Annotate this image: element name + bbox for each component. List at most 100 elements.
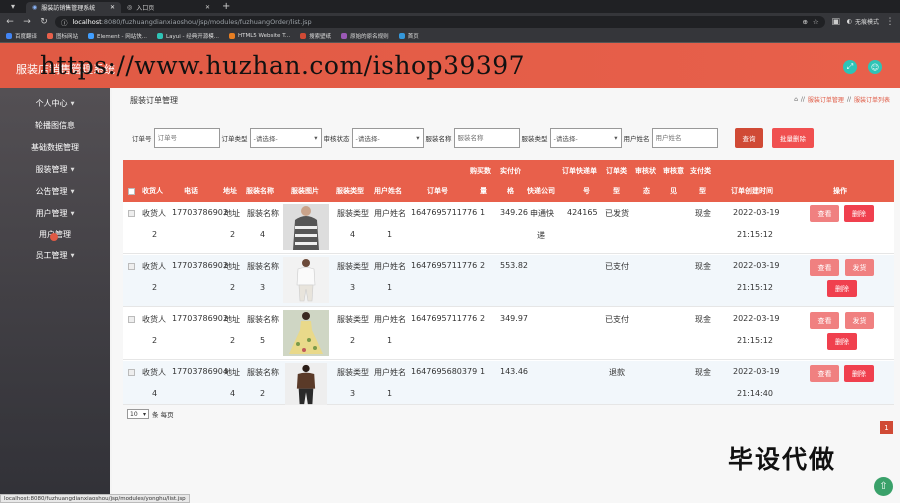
sidebar-item-carousel[interactable]: 轮播图信息 (0, 120, 110, 131)
batch-delete-button[interactable]: 批量删除 (772, 128, 814, 148)
sidebar-item-notice[interactable]: 公告管理 ▼ (0, 186, 110, 197)
extension-icon[interactable]: ▣ (830, 17, 842, 27)
breadcrumb: ⌂ // 服装订单管理 // 服装订单列表 (794, 95, 890, 104)
zoom-icon[interactable]: ⊕ (802, 18, 807, 26)
window-menu-icon[interactable]: ▾ (0, 0, 26, 13)
view-button[interactable]: 查看 (810, 205, 839, 222)
browser-tab-strip: ▾ ◉ 服装訪销售管理系统 ✕ ◎ 入口页 ✕ + (0, 0, 900, 13)
delete-button[interactable]: 删除 (827, 333, 857, 350)
forward-icon[interactable]: → (21, 17, 33, 27)
table-row: 收货人 2 17703786902 地址 2 服装名称 5 服装类型 2 用户姓… (123, 308, 894, 360)
view-button[interactable]: 查看 (810, 365, 839, 382)
cloth-type-select[interactable]: -请选择- ▾ (549, 128, 622, 148)
orders-table: 收货人 电话 地址 服装名称 服装图片 服装类型 用户姓名 订单号 购买数 量 … (123, 160, 894, 405)
address-bar[interactable]: ⓘ localhost:8080/fuzhuangdianxiaoshou/js… (55, 15, 825, 28)
overlay-text: 毕设代做 (728, 445, 837, 474)
delete-button[interactable]: 删除 (844, 365, 874, 382)
sidebar-item-profile[interactable]: 个人中心 ▼ (0, 98, 110, 109)
page-size-select[interactable]: 10 ▾ (127, 409, 149, 419)
ship-button[interactable]: 发货 (845, 312, 874, 329)
globe-icon: ◎ (127, 4, 133, 11)
chevron-down-icon: ▾ (614, 134, 618, 142)
cloth-image (285, 363, 327, 405)
cloth-type-label: 服装类型 (521, 135, 548, 143)
sidebar-item-basic-data[interactable]: 基础数据管理 (0, 142, 110, 153)
breadcrumb-item[interactable]: 服装订单管理 (808, 95, 844, 104)
reload-icon[interactable]: ↻ (38, 17, 50, 27)
view-button[interactable]: 查看 (810, 259, 839, 276)
url-host: localhost (72, 17, 102, 26)
sidebar-item-users[interactable]: 用户管理 ▼ (0, 208, 110, 219)
tab-title: 服装訪销售管理系统 (41, 5, 96, 12)
order-no-input[interactable] (153, 128, 220, 148)
page-size-suffix: 条 每页 (152, 411, 174, 419)
back-to-top-icon[interactable]: ⇧ (874, 477, 893, 496)
status-bar-url: localhost:8080/fuzhuangdianxiaoshou/jsp/… (0, 494, 190, 503)
audit-select[interactable]: -请选择- ▾ (351, 128, 424, 148)
tab-title: 入口页 (136, 5, 155, 12)
view-button[interactable]: 查看 (810, 312, 839, 329)
table-row: 收货人 4 17703786904 地址 4 服装名称 2 服装类型 3 用户姓… (123, 361, 894, 405)
chevron-down-icon: ▼ (70, 252, 75, 259)
bookmark-item[interactable]: Element - 网站快... (88, 32, 147, 40)
select-all-checkbox[interactable] (128, 188, 135, 195)
back-icon[interactable]: ← (4, 17, 16, 27)
cloth-image (283, 204, 329, 250)
delete-button[interactable]: 删除 (827, 280, 857, 297)
new-tab-icon[interactable]: + (216, 1, 236, 12)
table-row: 收货人 2 17703786902 地址 2 服装名称 3 服装类型 3 用户姓… (123, 255, 894, 307)
browser-toolbar: ← → ↻ ⓘ localhost:8080/fuzhuangdianxiaos… (0, 13, 900, 30)
search-form: 订单号 订单类型 -请选择-▾ 审核状态 -请选择-▾ 服装名称 服装类型 -请… (132, 128, 718, 148)
row-checkbox[interactable] (128, 369, 135, 376)
page-number-button[interactable]: 1 (880, 421, 893, 434)
bookmarks-bar: 百度翻译 图标网站 Element - 网站快... Layui - 经典开源模… (0, 30, 900, 43)
chevron-down-icon: ▼ (70, 210, 75, 217)
chevron-down-icon: ▾ (416, 134, 420, 142)
url-path: :8080/fuzhuangdianxiaoshou/jsp/modules/f… (101, 17, 312, 26)
info-icon[interactable]: ⓘ (61, 17, 68, 27)
browser-tab-active[interactable]: ◉ 服装訪销售管理系统 ✕ (26, 2, 121, 13)
cloth-name-label: 服装名称 (425, 135, 452, 143)
incognito-icon: ◐ (846, 18, 852, 25)
star-icon[interactable]: ☆ (813, 18, 819, 26)
profile-button[interactable]: ◐ 无痕模式 (847, 17, 879, 26)
query-button[interactable]: 查询 (735, 128, 763, 148)
close-icon[interactable]: ✕ (205, 4, 210, 11)
row-checkbox[interactable] (128, 263, 135, 270)
bookmark-item[interactable]: 搜索壁纸 (300, 32, 331, 40)
menu-icon[interactable]: ⋮ (884, 17, 896, 27)
chevron-down-icon: ▼ (70, 188, 75, 195)
ship-button[interactable]: 发货 (845, 259, 874, 276)
sidebar: 个人中心▼ 轮播图信息 基础数据管理 服装管理▼ 公告管理▼ 用户管理▼ 用户管… (0, 88, 110, 503)
audit-label: 审核状态 (323, 135, 350, 143)
breadcrumb-item: 服装订单列表 (853, 97, 890, 104)
bookmark-item[interactable]: HTML5 Website T... (228, 33, 290, 39)
bookmark-item[interactable]: Layui - 经典开源模... (157, 32, 219, 40)
user-icon[interactable]: ☺ (868, 60, 882, 74)
page-title: 服装订单管理 (130, 96, 178, 105)
row-checkbox[interactable] (128, 316, 135, 323)
bookmark-item[interactable]: 图标网站 (47, 32, 78, 40)
order-type-label: 订单类型 (221, 135, 248, 143)
table-header: 收货人 电话 地址 服装名称 服装图片 服装类型 用户姓名 订单号 购买数 量 … (123, 160, 894, 202)
bookmark-item[interactable]: 百度翻译 (6, 32, 37, 40)
fullscreen-icon[interactable]: ⤢ (843, 60, 857, 74)
row-checkbox[interactable] (128, 210, 135, 217)
sidebar-item-staff[interactable]: 员工管理 ▼ (0, 250, 110, 261)
browser-tab[interactable]: ◎ 入口页 ✕ (121, 2, 216, 13)
cloth-image (283, 257, 329, 303)
app-header: 服装店销售管理系统 https://www.huzhan.com/ishop39… (0, 43, 900, 88)
delete-button[interactable]: 删除 (844, 205, 874, 222)
cursor-marker (50, 233, 58, 241)
profile-label: 无痕模式 (854, 19, 879, 26)
home-icon[interactable]: ⌂ (794, 96, 798, 103)
user-name-input[interactable] (651, 128, 718, 148)
sidebar-item-clothing[interactable]: 服装管理 ▼ (0, 164, 110, 175)
bookmark-item[interactable]: 首页 (398, 32, 419, 40)
watermark-url: https://www.huzhan.com/ishop39397 (40, 51, 526, 80)
order-type-select[interactable]: -请选择- ▾ (249, 128, 322, 148)
favicon-icon: ◉ (32, 4, 38, 11)
cloth-name-input[interactable] (453, 128, 520, 148)
bookmark-item[interactable]: 原始的原名规则 (341, 32, 389, 40)
close-icon[interactable]: ✕ (110, 4, 115, 11)
